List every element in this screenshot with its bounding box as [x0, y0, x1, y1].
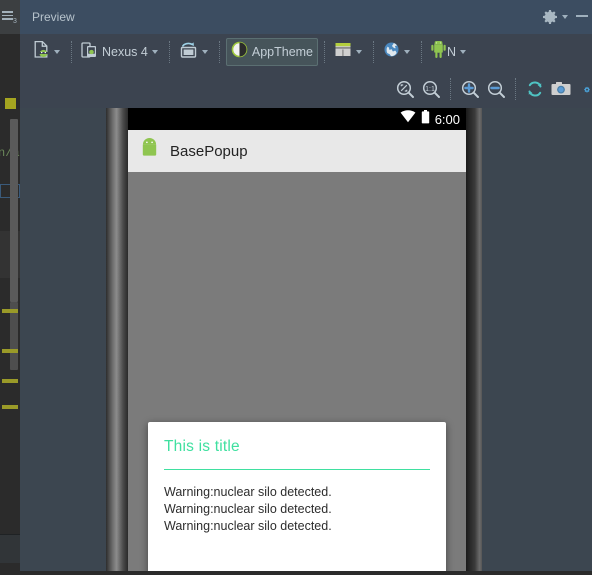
toolbar-theme-label: AppTheme [251, 45, 314, 59]
editor-strip: 3 n/a [0, 0, 20, 575]
dialog-message-line: Warning:nuclear silo detected. [164, 502, 332, 516]
svg-text:1:1: 1:1 [425, 86, 435, 93]
toolbar-item-orientation[interactable] [176, 39, 213, 65]
android-file-icon [33, 40, 50, 64]
stack-lines-icon[interactable]: 3 [2, 11, 17, 25]
app-bar-title: BasePopup [170, 142, 248, 160]
error-stripe-mark[interactable] [2, 349, 18, 353]
chevron-down-icon[interactable] [562, 15, 568, 19]
zoom-fit-icon[interactable] [392, 76, 418, 102]
device-bezel-right [466, 108, 482, 571]
activity-layout-icon [334, 41, 352, 63]
chevron-down-icon[interactable] [404, 50, 411, 54]
wifi-icon [400, 110, 416, 128]
app-content: This is title Warning:nuclear silo detec… [128, 172, 466, 571]
toolbar-divider [515, 78, 516, 100]
chevron-down-icon[interactable] [460, 50, 467, 54]
chevron-down-icon[interactable] [54, 50, 60, 54]
error-stripe-mark[interactable] [2, 405, 18, 409]
dialog-message-line: Warning:nuclear silo detected. [164, 485, 332, 499]
device-phone-icon [81, 41, 98, 64]
editor-bottom-panel [0, 534, 20, 563]
zoom-in-icon[interactable] [457, 76, 483, 102]
status-bar-time: 6:00 [434, 111, 460, 127]
toolbar-item-locale[interactable] [380, 39, 415, 65]
refresh-icon[interactable] [522, 76, 548, 102]
toolbar-divider [71, 41, 72, 63]
preview-canvas[interactable]: 6:00 BasePopup This is title Warning:nuc… [20, 108, 592, 571]
chevron-down-icon[interactable] [201, 50, 208, 54]
camera-icon[interactable] [548, 76, 574, 102]
device-screen: 6:00 BasePopup This is title Warning:nuc… [128, 108, 466, 571]
toolbar-item-theme[interactable]: AppTheme [225, 38, 319, 66]
preview-title: Preview [32, 10, 75, 24]
minimize-icon[interactable] [576, 15, 588, 17]
toolbar-divider [421, 41, 423, 63]
editor-scrollbar-thumb[interactable] [10, 119, 18, 302]
toolbar-item-layout-file[interactable] [30, 39, 65, 65]
dialog-message-line: Warning:nuclear silo detected. [164, 519, 332, 533]
blue-gear-icon[interactable] [574, 76, 590, 102]
android-robot-icon [431, 39, 446, 64]
toolbar-divider [373, 41, 375, 63]
editor-body[interactable]: n/a [0, 34, 20, 534]
gear-icon[interactable] [542, 9, 558, 25]
zoom-1to1-icon[interactable]: 1:1 [418, 76, 444, 102]
preview-header: Preview [20, 0, 592, 34]
chevron-down-icon[interactable] [356, 50, 363, 54]
toolbar-divider [168, 41, 170, 63]
toolbar-divider [218, 41, 220, 63]
status-bar: 6:00 [128, 108, 466, 130]
window-bottom-strip [0, 571, 592, 575]
error-stripe-mark[interactable] [2, 309, 18, 313]
battery-icon [421, 109, 430, 129]
toolbar-item-activity[interactable] [331, 39, 367, 65]
toolbar-device-label: Nexus 4 [102, 45, 148, 59]
toolbar-item-device[interactable]: Nexus 4 [78, 39, 163, 65]
dialog-title: This is title [164, 438, 240, 455]
app-window: 3 n/a Preview [0, 0, 592, 575]
device-frame: 6:00 BasePopup This is title Warning:nuc… [106, 108, 482, 571]
chevron-down-icon[interactable] [151, 50, 158, 54]
app-bar: BasePopup [128, 130, 466, 173]
tool-window-strip: 3 [0, 0, 20, 34]
android-app-icon [139, 137, 160, 165]
preview-tool-window: Preview Nexus 4 AppTheme N 1:1 6:00 Base… [20, 0, 592, 571]
preview-toolbar: Nexus 4 AppTheme N [20, 34, 592, 71]
dialog-message: Warning:nuclear silo detected. Warning:n… [164, 484, 432, 535]
preview-zoom-toolbar: 1:1 [20, 70, 592, 108]
theme-contrast-icon [231, 41, 248, 63]
screen-rotate-icon [179, 41, 198, 64]
toolbar-item-api-level[interactable]: N [428, 39, 471, 65]
editor-marker-box [5, 98, 16, 109]
device-bezel-left [106, 108, 128, 571]
dialog-title-divider [164, 469, 430, 470]
zoom-out-icon[interactable] [483, 76, 509, 102]
error-stripe-mark[interactable] [2, 379, 18, 383]
toolbar-divider [450, 78, 451, 100]
toolbar-divider [324, 41, 326, 63]
tool-strip-number: 3 [13, 18, 17, 25]
dialog: This is title Warning:nuclear silo detec… [148, 422, 446, 571]
toolbar-api-label: N [447, 45, 457, 59]
globe-icon [383, 41, 400, 63]
